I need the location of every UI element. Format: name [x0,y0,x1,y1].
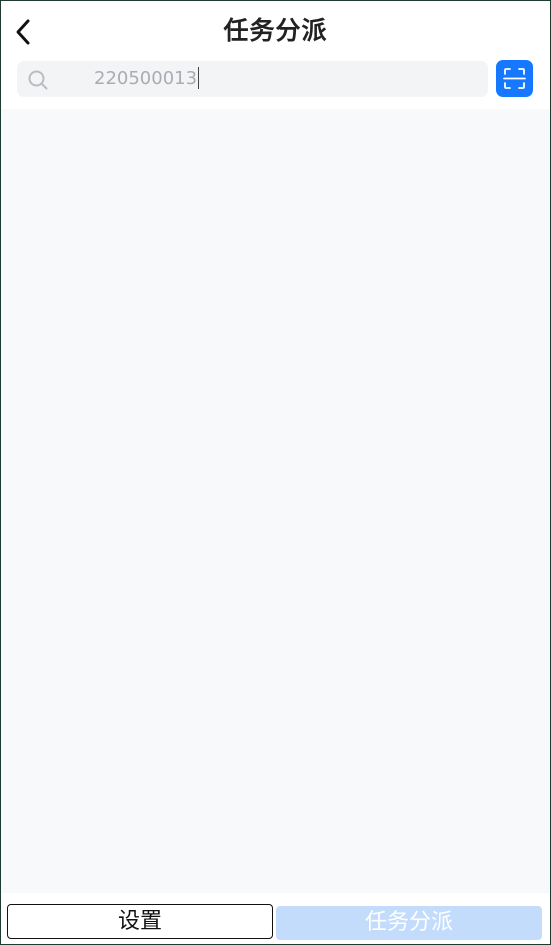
search-input-value: 220500013 [94,68,198,89]
search-input[interactable]: 220500013 [94,61,200,97]
footer-actions: 设置 任务分派 [1,893,550,944]
page-title: 任务分派 [223,16,328,45]
text-cursor [198,67,200,89]
scan-button[interactable] [496,60,533,97]
header: 任务分派 [1,1,550,57]
settings-button[interactable]: 设置 [7,904,273,939]
app-window: 任务分派 220500013 设置 任务分派 [0,0,551,945]
dispatch-button[interactable]: 任务分派 [276,906,542,940]
scan-icon [503,68,526,89]
search-icon [28,70,48,90]
search-field[interactable]: 220500013 [17,61,488,97]
search-bar: 220500013 [1,57,550,109]
task-list-area [1,109,550,893]
